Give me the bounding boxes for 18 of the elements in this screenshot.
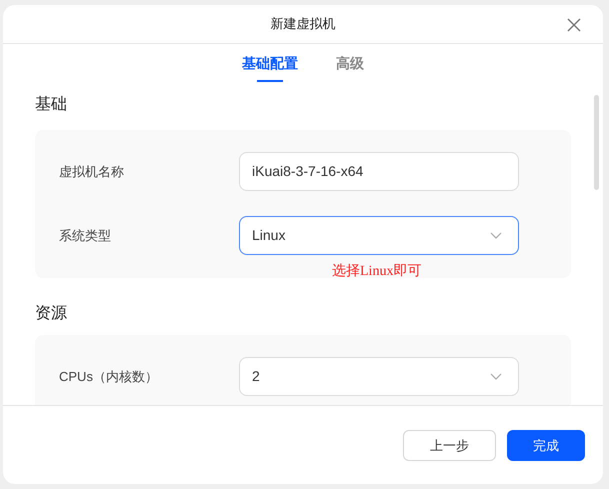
annotation-text: 选择Linux即可	[332, 262, 422, 281]
input-field[interactable]: iKuai8-3-7-16-x64	[239, 152, 519, 191]
finish-button[interactable]: 完成	[507, 430, 585, 461]
scrollbar[interactable]	[594, 95, 599, 190]
select-field[interactable]: 2	[239, 357, 519, 396]
select-field[interactable]: Linux	[239, 216, 519, 255]
field-label: 虚拟机名称	[59, 162, 125, 181]
dialog-title: 新建虚拟机	[270, 15, 336, 34]
section-title: 资源	[35, 304, 67, 324]
back-button[interactable]: 上一步	[403, 430, 496, 461]
tab[interactable]: 高级	[336, 53, 364, 82]
close-icon[interactable]	[567, 18, 581, 32]
tab[interactable]: 基础配置	[242, 53, 298, 82]
chevron-down-icon	[490, 373, 502, 380]
field-label: 系统类型	[59, 226, 112, 245]
field-label: CPUs（内核数）	[59, 368, 159, 386]
section-title: 基础	[35, 94, 67, 115]
chevron-down-icon	[490, 232, 502, 239]
